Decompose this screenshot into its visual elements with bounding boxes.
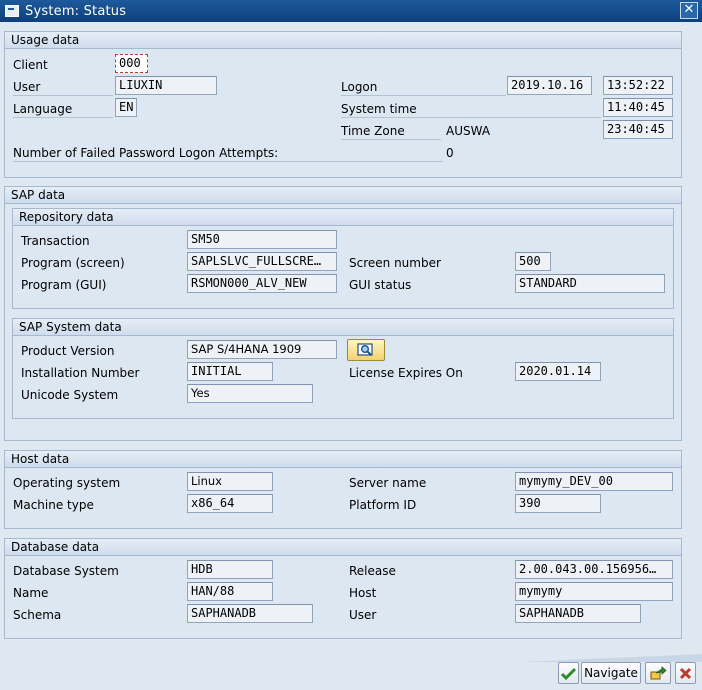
schema-field[interactable]: SAPHANADB	[187, 604, 313, 623]
db-user-label: User	[349, 608, 377, 622]
user-field[interactable]: LIUXIN	[115, 76, 217, 95]
system-time-field[interactable]: 11:40:45	[603, 98, 673, 117]
logon-label: Logon	[341, 78, 506, 96]
checkmark-icon	[561, 667, 576, 680]
window-title: System: Status	[25, 3, 127, 19]
user-label: User	[13, 78, 113, 96]
license-expires-field[interactable]: 2020.01.14	[515, 362, 601, 381]
language-field[interactable]: EN	[115, 98, 137, 117]
failed-logon-value: 0	[446, 146, 454, 160]
usage-data-header: Usage data	[5, 32, 681, 49]
release-label: Release	[349, 564, 396, 578]
language-label: Language	[13, 100, 113, 118]
title-bar: System: Status ✕	[0, 0, 702, 22]
transaction-label: Transaction	[21, 234, 90, 248]
db-host-label: Host	[349, 586, 377, 600]
machine-type-label: Machine type	[13, 498, 94, 512]
db-name-label: Name	[13, 586, 49, 600]
sap-system-data-header: SAP System data	[13, 319, 673, 336]
failed-logon-label: Number of Failed Password Logon Attempts…	[13, 144, 443, 162]
arrow-export-icon	[650, 666, 667, 680]
host-data-header: Host data	[5, 451, 681, 468]
product-details-button[interactable]	[347, 339, 385, 361]
installation-number-label: Installation Number	[21, 366, 140, 380]
sap-data-header: SAP data	[5, 187, 681, 204]
client-label: Client	[13, 58, 48, 72]
magnifier-icon	[357, 343, 373, 356]
release-field[interactable]: 2.00.043.00.156956…	[515, 560, 673, 579]
program-screen-label: Program (screen)	[21, 256, 125, 270]
continue-button[interactable]	[558, 662, 579, 684]
license-expires-label: License Expires On	[349, 366, 463, 380]
server-name-label: Server name	[349, 476, 427, 490]
timezone-label: Time Zone	[341, 122, 441, 140]
program-gui-label: Program (GUI)	[21, 278, 107, 292]
database-system-field[interactable]: HDB	[187, 560, 273, 579]
platform-id-label: Platform ID	[349, 498, 417, 512]
product-version-label: Product Version	[21, 344, 115, 358]
system-time-label: System time	[341, 100, 601, 118]
logon-date-field[interactable]: 2019.10.16	[507, 76, 592, 95]
db-name-field[interactable]: HAN/88	[187, 582, 273, 601]
screen-number-label: Screen number	[349, 256, 441, 270]
gui-status-field[interactable]: STANDARD	[515, 274, 665, 293]
navigate-button[interactable]: Navigate	[581, 662, 641, 684]
operating-system-field[interactable]: Linux	[187, 472, 273, 491]
cancel-x-icon	[679, 667, 692, 679]
cancel-button[interactable]	[675, 662, 696, 684]
repository-data-header: Repository data	[13, 209, 673, 226]
program-screen-field[interactable]: SAPLSLVC_FULLSCRE…	[187, 252, 337, 271]
screen-number-field[interactable]: 500	[515, 252, 551, 271]
product-version-field[interactable]: SAP S/4HANA 1909	[187, 340, 337, 359]
timezone-name: AUSWA	[446, 124, 491, 138]
client-field[interactable]: 000	[115, 54, 148, 73]
resize-grip-icon	[522, 654, 702, 662]
machine-type-field[interactable]: x86_64	[187, 494, 273, 513]
database-data-header: Database data	[5, 539, 681, 556]
schema-label: Schema	[13, 608, 62, 622]
db-user-field[interactable]: SAPHANADB	[515, 604, 641, 623]
platform-id-field[interactable]: 390	[515, 494, 601, 513]
unicode-system-field[interactable]: Yes	[187, 384, 313, 403]
timezone-time-field[interactable]: 23:40:45	[603, 120, 673, 139]
database-system-label: Database System	[13, 564, 119, 578]
unicode-system-label: Unicode System	[21, 388, 119, 402]
installation-number-field[interactable]: INITIAL	[187, 362, 273, 381]
server-name-field[interactable]: mymymy_DEV_00	[515, 472, 673, 491]
close-button[interactable]: ✕	[680, 2, 698, 19]
transfer-button[interactable]	[645, 662, 671, 684]
logon-time-field[interactable]: 13:52:22	[603, 76, 673, 95]
program-gui-field[interactable]: RSMON000_ALV_NEW	[187, 274, 337, 293]
db-host-field[interactable]: mymymy	[515, 582, 673, 601]
transaction-field[interactable]: SM50	[187, 230, 337, 249]
window-icon	[5, 5, 19, 17]
gui-status-label: GUI status	[349, 278, 412, 292]
operating-system-label: Operating system	[13, 476, 121, 490]
